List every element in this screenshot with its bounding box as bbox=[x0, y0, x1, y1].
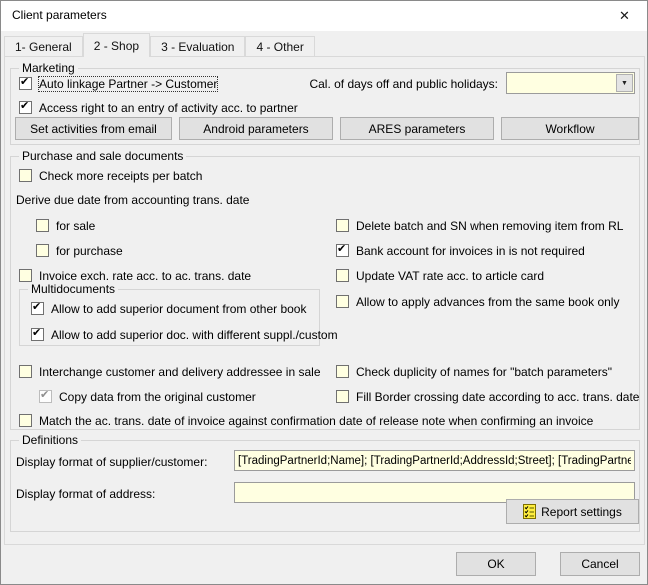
checkbox-label: Auto linkage Partner -> Customer bbox=[39, 77, 217, 91]
checkbox-allow-advances-same-book[interactable]: Allow to apply advances from the same bo… bbox=[336, 294, 619, 309]
android-parameters-button[interactable]: Android parameters bbox=[179, 117, 333, 140]
checkbox-label: for purchase bbox=[56, 244, 123, 258]
titlebar: Client parameters ✕ bbox=[1, 1, 647, 31]
cancel-button[interactable]: Cancel bbox=[560, 552, 640, 576]
checkbox-label: Allow to add superior document from othe… bbox=[51, 302, 306, 316]
tab-other[interactable]: 4 - Other bbox=[245, 36, 314, 56]
checkbox-box[interactable] bbox=[36, 219, 49, 232]
checkbox-copy-data-original: Copy data from the original customer bbox=[39, 389, 256, 404]
report-settings-button[interactable]: Report settings bbox=[506, 499, 639, 524]
checkbox-box[interactable] bbox=[336, 244, 349, 257]
set-activities-from-email-button[interactable]: Set activities from email bbox=[15, 117, 172, 140]
checkbox-box[interactable] bbox=[336, 365, 349, 378]
checkbox-box[interactable] bbox=[36, 244, 49, 257]
close-icon: ✕ bbox=[619, 8, 630, 24]
checkbox-invoice-exch-rate[interactable]: Invoice exch. rate acc. to ac. trans. da… bbox=[19, 268, 251, 283]
calendar-days-off-combobox[interactable]: ▼ bbox=[506, 72, 635, 94]
checkbox-label: Allow to add superior doc. with differen… bbox=[51, 328, 338, 342]
checkbox-label: Interchange customer and delivery addres… bbox=[39, 365, 321, 379]
ares-parameters-button[interactable]: ARES parameters bbox=[340, 117, 494, 140]
checkbox-label: Access right to an entry of activity acc… bbox=[39, 101, 298, 115]
checkbox-box[interactable] bbox=[19, 169, 32, 182]
report-settings-label: Report settings bbox=[541, 505, 622, 519]
purchase-sale-legend: Purchase and sale documents bbox=[19, 149, 186, 163]
checkbox-label: Copy data from the original customer bbox=[59, 390, 256, 404]
window-title: Client parameters bbox=[12, 8, 107, 22]
checkbox-box[interactable] bbox=[19, 101, 32, 114]
derive-due-date-label: Derive due date from accounting trans. d… bbox=[16, 193, 249, 207]
checkbox-label: for sale bbox=[56, 219, 95, 233]
checkbox-box[interactable] bbox=[31, 302, 44, 315]
checkbox-superior-other-book[interactable]: Allow to add superior document from othe… bbox=[31, 301, 306, 316]
client-parameters-dialog: Client parameters ✕ 1- General 2 - Shop … bbox=[0, 0, 648, 585]
checkbox-label: Fill Border crossing date according to a… bbox=[356, 390, 639, 404]
checkbox-bank-account-not-required[interactable]: Bank account for invoices in is not requ… bbox=[336, 243, 585, 258]
tab-strip: 1- General 2 - Shop 3 - Evaluation 4 - O… bbox=[4, 33, 315, 57]
checkbox-label: Update VAT rate acc. to article card bbox=[356, 269, 544, 283]
checkbox-label: Allow to apply advances from the same bo… bbox=[356, 295, 619, 309]
tab-evaluation[interactable]: 3 - Evaluation bbox=[150, 36, 245, 56]
checkbox-label: Match the ac. trans. date of invoice aga… bbox=[39, 414, 593, 428]
checkbox-box[interactable] bbox=[19, 269, 32, 282]
dropdown-button[interactable]: ▼ bbox=[616, 74, 633, 92]
checkbox-label: Invoice exch. rate acc. to ac. trans. da… bbox=[39, 269, 251, 283]
checkbox-box[interactable] bbox=[31, 328, 44, 341]
checkbox-box[interactable] bbox=[19, 77, 32, 90]
checkbox-label: Check duplicity of names for "batch para… bbox=[356, 365, 612, 379]
checkbox-label: Bank account for invoices in is not requ… bbox=[356, 244, 585, 258]
multidocuments-legend: Multidocuments bbox=[28, 282, 118, 296]
checkbox-interchange-customer[interactable]: Interchange customer and delivery addres… bbox=[19, 364, 321, 379]
checkbox-for-purchase[interactable]: for purchase bbox=[36, 243, 123, 258]
checkbox-auto-linkage[interactable]: Auto linkage Partner -> Customer bbox=[19, 76, 217, 91]
checkbox-check-duplicity[interactable]: Check duplicity of names for "batch para… bbox=[336, 364, 612, 379]
checkbox-label: Check more receipts per batch bbox=[39, 169, 202, 183]
address-format-label: Display format of address: bbox=[16, 487, 155, 501]
close-button[interactable]: ✕ bbox=[602, 1, 647, 30]
checkbox-box[interactable] bbox=[336, 269, 349, 282]
ok-button[interactable]: OK bbox=[456, 552, 536, 576]
calendar-days-off-label: Cal. of days off and public holidays: bbox=[251, 77, 498, 91]
checkbox-fill-border-crossing[interactable]: Fill Border crossing date according to a… bbox=[336, 389, 639, 404]
checkbox-update-vat-rate[interactable]: Update VAT rate acc. to article card bbox=[336, 268, 544, 283]
chevron-down-icon: ▼ bbox=[621, 80, 628, 87]
checkbox-box[interactable] bbox=[336, 390, 349, 403]
tab-general[interactable]: 1- General bbox=[4, 36, 83, 56]
checkbox-delete-batch-sn[interactable]: Delete batch and SN when removing item f… bbox=[336, 218, 623, 233]
checkbox-for-sale[interactable]: for sale bbox=[36, 218, 95, 233]
checkbox-superior-diff-suppl[interactable]: Allow to add superior doc. with differen… bbox=[31, 327, 338, 342]
marketing-legend: Marketing bbox=[19, 61, 78, 75]
checkbox-box bbox=[39, 390, 52, 403]
checkbox-box[interactable] bbox=[19, 414, 32, 427]
checkbox-box[interactable] bbox=[336, 295, 349, 308]
checkbox-box[interactable] bbox=[19, 365, 32, 378]
checkbox-match-ac-trans[interactable]: Match the ac. trans. date of invoice aga… bbox=[19, 413, 593, 428]
supplier-format-label: Display format of supplier/customer: bbox=[16, 455, 207, 469]
supplier-format-input[interactable] bbox=[234, 450, 635, 471]
checkbox-check-more-receipts[interactable]: Check more receipts per batch bbox=[19, 168, 202, 183]
workflow-button[interactable]: Workflow bbox=[501, 117, 639, 140]
checkbox-label: Delete batch and SN when removing item f… bbox=[356, 219, 623, 233]
report-settings-icon bbox=[523, 504, 536, 519]
checkbox-access-right[interactable]: Access right to an entry of activity acc… bbox=[19, 100, 298, 115]
tab-shop[interactable]: 2 - Shop bbox=[83, 33, 150, 57]
definitions-legend: Definitions bbox=[19, 433, 81, 447]
checkbox-box[interactable] bbox=[336, 219, 349, 232]
